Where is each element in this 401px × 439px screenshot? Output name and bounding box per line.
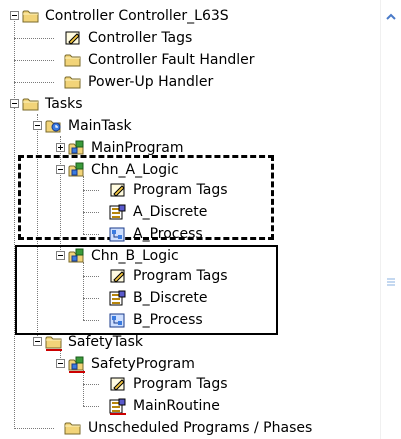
folder-icon <box>64 74 82 90</box>
program-icon <box>68 162 86 178</box>
tree-connector <box>83 384 99 385</box>
expand-toggle[interactable] <box>56 143 65 152</box>
tags-icon <box>109 268 127 284</box>
safety-marker <box>46 349 62 351</box>
collapse-toggle[interactable] <box>56 251 65 260</box>
tree-item-label: Unscheduled Programs / Phases <box>88 420 313 436</box>
tree-item-label: B_Process <box>133 312 203 328</box>
task-icon <box>45 118 63 134</box>
tree-item-label: MainTask <box>68 118 132 134</box>
tags-icon <box>109 182 127 198</box>
collapse-toggle[interactable] <box>56 165 65 174</box>
safety-marker <box>69 371 85 373</box>
folder-icon <box>45 334 63 350</box>
tree-item-label: Controller Tags <box>88 30 193 46</box>
tree-item-label: B_Discrete <box>133 290 208 306</box>
tree-item-label: Controller Fault Handler <box>88 52 255 68</box>
tree-item-label: Power-Up Handler <box>88 74 214 90</box>
scroll-grip-icon[interactable] <box>384 275 398 289</box>
tree-item-label: Chn_A_Logic <box>91 162 179 178</box>
folder-icon <box>22 8 40 24</box>
folder-icon <box>22 96 40 112</box>
scroll-up-icon[interactable] <box>384 10 398 24</box>
tree-connector <box>14 428 54 429</box>
tree-item-label: Controller Controller_L63S <box>45 8 229 24</box>
folder-icon <box>64 420 82 436</box>
tree-item-label: A_Discrete <box>133 204 208 220</box>
collapse-toggle[interactable] <box>56 359 65 368</box>
tree-item-label: A_Process <box>133 226 203 242</box>
tree-item-label: SafetyTask <box>68 334 143 350</box>
tree-item-label: MainRoutine <box>133 398 220 414</box>
collapse-toggle[interactable] <box>10 99 19 108</box>
program-icon <box>68 140 86 156</box>
program-icon <box>68 356 86 372</box>
tree-item-label: MainProgram <box>91 140 184 156</box>
collapse-toggle[interactable] <box>33 337 42 346</box>
tree-item-label: Program Tags <box>133 376 228 392</box>
tree-item-label: Chn_B_Logic <box>91 248 179 264</box>
routine-icon <box>109 290 127 306</box>
routine-icon <box>109 312 127 328</box>
routine-icon <box>109 204 127 220</box>
collapse-toggle[interactable] <box>10 11 19 20</box>
tree-item-label: SafetyProgram <box>91 356 195 372</box>
tags-icon <box>64 30 82 46</box>
tree-item-label: Tasks <box>45 96 83 112</box>
tree-connector <box>14 60 54 61</box>
tree-connector <box>83 370 84 406</box>
tree-connector <box>14 82 54 83</box>
tree-connector <box>83 406 99 407</box>
folder-icon <box>64 52 82 68</box>
tree-connector <box>14 16 15 102</box>
tree-connector <box>14 38 54 39</box>
routine-icon <box>109 226 127 242</box>
program-icon <box>68 248 86 264</box>
tags-icon <box>109 376 127 392</box>
vertical-scrollbar[interactable] <box>380 0 401 439</box>
collapse-toggle[interactable] <box>33 121 42 130</box>
tree-item-label: Program Tags <box>133 182 228 198</box>
tree-item-label: Program Tags <box>133 268 228 284</box>
controller-organizer-tree: Controller Controller_L63S Controller Ta… <box>0 0 380 439</box>
safety-marker <box>110 413 126 415</box>
routine-icon <box>109 398 127 414</box>
